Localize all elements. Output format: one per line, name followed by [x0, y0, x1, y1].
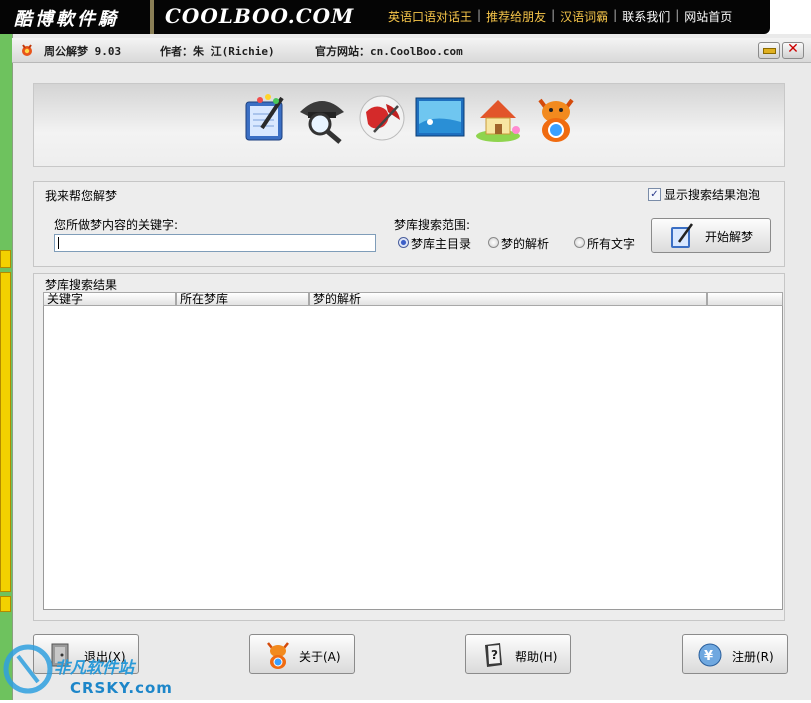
app-author: 作者：朱 江(Richie) — [160, 45, 275, 58]
yen-coin-icon: ¥ — [697, 642, 723, 668]
help-book-icon: ? — [482, 641, 506, 669]
app-icon — [20, 42, 34, 58]
mascot-icon — [264, 640, 292, 670]
results-table[interactable] — [43, 292, 783, 610]
left-yellow-bar — [0, 272, 11, 592]
notepad-pen-icon — [668, 222, 696, 250]
app-website: 官方网站：cn.CoolBoo.com — [315, 45, 463, 58]
banner-divider — [150, 0, 154, 34]
link-separator: | — [675, 8, 680, 22]
close-button[interactable]: ✕ — [782, 41, 804, 59]
results-group-title: 梦库搜索结果 — [45, 278, 118, 292]
link-recommend-friend[interactable]: 推荐给朋友 — [486, 8, 546, 25]
start-interpret-label[interactable]: 开始解梦 — [705, 228, 753, 245]
show-bubble-checkbox[interactable]: ✓ — [648, 188, 661, 201]
column-header-keyword[interactable]: 关键字 — [43, 292, 176, 306]
detective-magnifier-icon — [300, 101, 344, 144]
svg-text:?: ? — [491, 648, 498, 662]
tool-house-button[interactable] — [472, 92, 524, 144]
tool-globe-button[interactable] — [356, 92, 408, 144]
scope-option-label[interactable]: 梦库主目录 — [411, 235, 471, 252]
dream-group-title: 我来帮您解梦 — [45, 189, 118, 203]
search-scope-label: 梦库搜索范围: — [394, 218, 471, 232]
tool-notepad-button[interactable] — [240, 92, 292, 144]
link-contact-us[interactable]: 联系我们 — [622, 8, 670, 25]
scope-radio-main-catalog[interactable] — [398, 237, 409, 248]
tool-screen-button[interactable] — [414, 92, 466, 144]
watermark-chinese: 非凡软件站 — [54, 658, 135, 677]
link-separator: | — [551, 8, 556, 22]
column-header-analysis[interactable]: 梦的解析 — [309, 292, 707, 306]
minimize-icon — [763, 48, 776, 54]
column-header-extra[interactable] — [707, 292, 783, 306]
banner-logo-english: COOLBOO.COM — [165, 4, 355, 28]
house-icon — [476, 100, 520, 142]
column-header-library[interactable]: 所在梦库 — [176, 292, 309, 306]
scope-radio-all-text[interactable] — [574, 237, 585, 248]
help-label[interactable]: 帮助(H) — [515, 648, 557, 665]
notepad-pen-icon — [245, 94, 284, 141]
register-label[interactable]: 注册(R) — [732, 648, 774, 665]
globe-search-icon — [359, 95, 405, 141]
keyword-label: 您所做梦内容的关键字: — [54, 218, 179, 232]
tool-mascot-button[interactable] — [530, 92, 582, 144]
banner-links: 英语口语对话王 | 推荐给朋友 | 汉语词霸 | 联系我们 | 网站首页 — [388, 8, 732, 25]
close-icon: ✕ — [787, 41, 799, 57]
scope-option-label[interactable]: 所有文字 — [587, 235, 635, 252]
mascot-icon — [538, 98, 574, 142]
link-chinese-dictionary[interactable]: 汉语词霸 — [560, 8, 608, 25]
show-bubble-label[interactable]: 显示搜索结果泡泡 — [664, 186, 760, 203]
keyword-input[interactable] — [54, 234, 376, 252]
link-homepage[interactable]: 网站首页 — [684, 8, 732, 25]
toolbar-panel — [33, 83, 785, 167]
minimize-button[interactable] — [758, 42, 780, 59]
scope-option-label[interactable]: 梦的解析 — [501, 235, 549, 252]
link-separator: | — [477, 8, 482, 22]
app-title: 周公解梦 9.03 — [44, 45, 122, 58]
left-yellow-marker — [0, 250, 11, 268]
tool-detective-button[interactable] — [296, 92, 348, 144]
about-label[interactable]: 关于(A) — [299, 648, 341, 665]
text-caret — [58, 237, 59, 249]
link-english-dialog[interactable]: 英语口语对话王 — [388, 8, 472, 25]
watermark-english: CRSKY.com — [70, 679, 173, 697]
left-yellow-marker — [0, 596, 11, 612]
banner-logo-chinese: 酷博軟件騎 — [14, 9, 119, 30]
link-separator: | — [613, 8, 618, 22]
svg-text:¥: ¥ — [704, 649, 713, 664]
screen-landscape-icon — [415, 97, 465, 137]
scope-radio-dream-analysis[interactable] — [488, 237, 499, 248]
